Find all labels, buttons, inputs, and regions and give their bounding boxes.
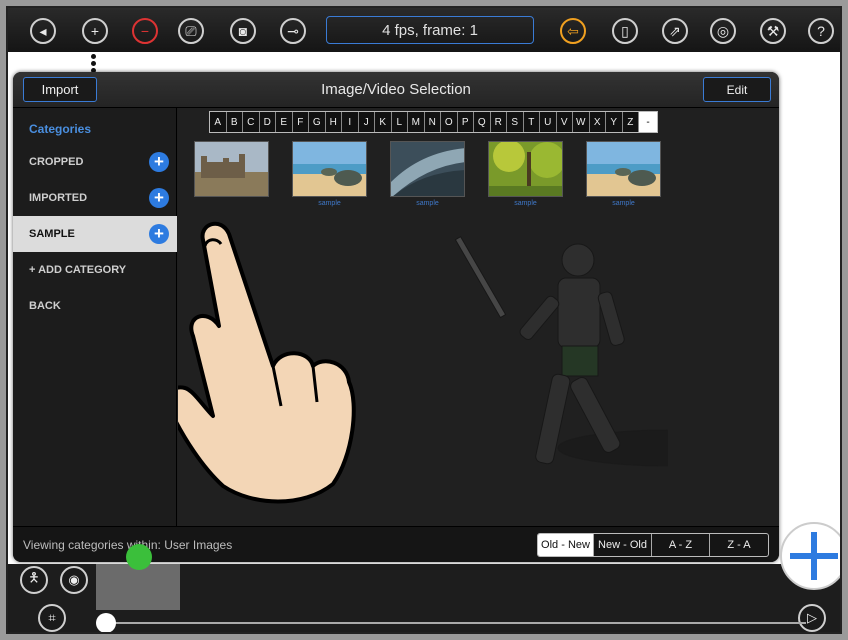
category-label: BACK bbox=[29, 300, 61, 312]
image-grid: ABCDEFGHIJKLMNOPQRSTUVWXYZ- sample sampl… bbox=[178, 108, 779, 526]
alphabet-letter-h[interactable]: H bbox=[326, 112, 342, 132]
video-camera-icon[interactable]: ⎚ bbox=[178, 18, 204, 44]
alphabet-letter-v[interactable]: V bbox=[557, 112, 573, 132]
edit-button[interactable]: Edit bbox=[703, 77, 771, 102]
sort-segmented-control: Old - New New - Old A - Z Z - A bbox=[537, 533, 769, 557]
thumbnail-label: sample bbox=[416, 200, 439, 207]
crop-icon[interactable]: ⌗ bbox=[38, 604, 66, 632]
thumbnail-water[interactable] bbox=[390, 141, 465, 197]
add-to-imported-icon[interactable]: + bbox=[149, 188, 169, 208]
alphabet-index-dash[interactable]: - bbox=[639, 112, 657, 132]
plus-icon bbox=[790, 532, 838, 580]
add-button[interactable] bbox=[780, 522, 840, 590]
dialog-header: Import Image/Video Selection Edit bbox=[13, 72, 779, 108]
tools-icon[interactable]: ⚒ bbox=[760, 18, 786, 44]
alphabet-letter-y[interactable]: Y bbox=[606, 112, 623, 132]
thumbnail-forest[interactable] bbox=[488, 141, 563, 197]
alphabet-letter-p[interactable]: P bbox=[458, 112, 474, 132]
alphabet-letter-b[interactable]: B bbox=[227, 112, 243, 132]
settings-icon[interactable]: ◎ bbox=[710, 18, 736, 44]
compass-icon[interactable]: ◉ bbox=[60, 566, 88, 594]
onion-skin-icon[interactable]: ⇦ bbox=[560, 18, 586, 44]
knight-figure bbox=[454, 235, 668, 467]
alphabet-letter-e[interactable]: E bbox=[276, 112, 293, 132]
image-video-selection-dialog: Import Image/Video Selection Edit Catego… bbox=[13, 72, 779, 562]
categories-header: Categories bbox=[29, 122, 92, 136]
back-icon[interactable]: ◂ bbox=[30, 18, 56, 44]
alphabet-letter-n[interactable]: N bbox=[425, 112, 441, 132]
alphabet-letter-s[interactable]: S bbox=[507, 112, 524, 132]
alphabet-letter-x[interactable]: X bbox=[590, 112, 606, 132]
alphabet-letter-j[interactable]: J bbox=[359, 112, 375, 132]
camera-icon[interactable]: ◙ bbox=[230, 18, 256, 44]
remove-frame-icon[interactable]: − bbox=[132, 18, 158, 44]
add-category-link[interactable]: + ADD CATEGORY bbox=[13, 252, 177, 288]
categories-sidebar: Categories CROPPED + IMPORTED + SAMPLE +… bbox=[13, 108, 177, 526]
add-to-sample-icon[interactable]: + bbox=[149, 224, 169, 244]
thumbnail-beach-1[interactable] bbox=[292, 141, 367, 197]
category-imported[interactable]: IMPORTED + bbox=[13, 180, 177, 216]
play-icon[interactable]: ▷ bbox=[798, 604, 826, 632]
alphabet-letter-m[interactable]: M bbox=[408, 112, 425, 132]
category-label: SAMPLE bbox=[29, 228, 75, 240]
help-icon[interactable]: ? bbox=[808, 18, 834, 44]
fps-frame-display[interactable]: 4 fps, frame: 1 bbox=[326, 16, 534, 44]
export-icon[interactable]: ⇗ bbox=[662, 18, 688, 44]
playhead-marker[interactable] bbox=[126, 544, 152, 570]
alphabet-letter-f[interactable]: F bbox=[293, 112, 309, 132]
sort-new-old-button[interactable]: New - Old bbox=[594, 534, 652, 556]
sort-z-a-button[interactable]: Z - A bbox=[710, 534, 768, 556]
alphabet-letter-u[interactable]: U bbox=[540, 112, 557, 132]
app-window: ◂ + − ⎚ ◙ ⊸ 4 fps, frame: 1 ⇦ ▯ ⇗ ◎ ⚒ ? … bbox=[6, 6, 842, 634]
alphabet-letter-d[interactable]: D bbox=[260, 112, 276, 132]
category-label: + ADD CATEGORY bbox=[29, 264, 127, 276]
thumbnail-label: sample bbox=[514, 200, 537, 207]
timeline-frame[interactable] bbox=[96, 564, 180, 610]
timeline-slider[interactable] bbox=[106, 622, 806, 624]
sort-old-new-button[interactable]: Old - New bbox=[538, 534, 594, 556]
add-to-cropped-icon[interactable]: + bbox=[149, 152, 169, 172]
alphabet-letter-g[interactable]: G bbox=[309, 112, 326, 132]
thumbnail-label: sample bbox=[318, 200, 341, 207]
alphabet-letter-q[interactable]: Q bbox=[474, 112, 491, 132]
category-label: CROPPED bbox=[29, 156, 84, 168]
clipboard-icon[interactable]: ▯ bbox=[612, 18, 638, 44]
category-sample[interactable]: SAMPLE + bbox=[13, 216, 177, 252]
alphabet-letter-l[interactable]: L bbox=[392, 112, 408, 132]
top-toolbar: ◂ + − ⎚ ◙ ⊸ 4 fps, frame: 1 ⇦ ▯ ⇗ ◎ ⚒ ? bbox=[8, 8, 840, 52]
alphabet-letter-w[interactable]: W bbox=[573, 112, 590, 132]
hand-pointer-icon bbox=[178, 221, 356, 504]
sort-a-z-button[interactable]: A - Z bbox=[652, 534, 710, 556]
alphabet-letter-t[interactable]: T bbox=[524, 112, 540, 132]
figure-icon[interactable]: 🯅 bbox=[20, 566, 48, 594]
alphabet-letter-o[interactable]: O bbox=[441, 112, 458, 132]
add-frame-icon[interactable]: + bbox=[82, 18, 108, 44]
alphabet-letter-c[interactable]: C bbox=[243, 112, 260, 132]
key-icon[interactable]: ⊸ bbox=[280, 18, 306, 44]
thumbnail-beach-2[interactable] bbox=[586, 141, 661, 197]
alphabet-letter-z[interactable]: Z bbox=[623, 112, 639, 132]
category-cropped[interactable]: CROPPED + bbox=[13, 144, 177, 180]
thumbnail-castle[interactable] bbox=[194, 141, 269, 197]
category-label: IMPORTED bbox=[29, 192, 88, 204]
back-link[interactable]: BACK bbox=[13, 288, 177, 324]
alphabet-index: ABCDEFGHIJKLMNOPQRSTUVWXYZ- bbox=[209, 111, 658, 133]
thumbnail-label: sample bbox=[612, 200, 635, 207]
alphabet-letter-r[interactable]: R bbox=[491, 112, 507, 132]
alphabet-letter-a[interactable]: A bbox=[210, 112, 227, 132]
alphabet-letter-i[interactable]: I bbox=[342, 112, 359, 132]
alphabet-letter-k[interactable]: K bbox=[375, 112, 392, 132]
timeline-slider-knob[interactable] bbox=[96, 613, 116, 632]
dialog-title: Image/Video Selection bbox=[321, 81, 471, 98]
